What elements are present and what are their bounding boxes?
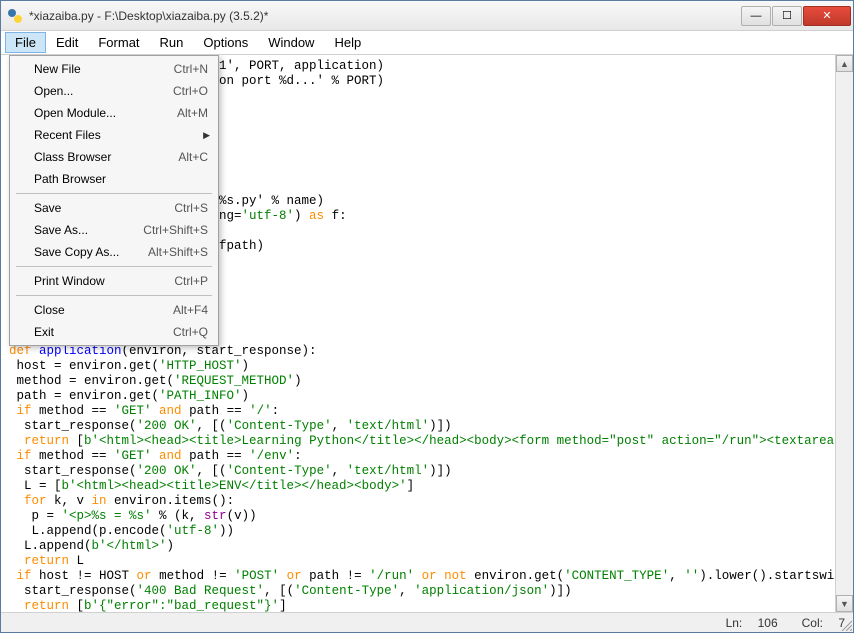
content-area: 1', PORT, application) on port %d...' % … (1, 55, 853, 612)
menu-item-label: Save As... (34, 223, 131, 237)
menu-item-label: Open... (34, 84, 161, 98)
menu-item-label: Path Browser (34, 172, 208, 186)
resize-grip-icon[interactable] (840, 619, 852, 631)
code-text: 1', PORT, application) (219, 59, 384, 73)
menu-item-shortcut: Ctrl+P (174, 274, 208, 288)
code-main-block: def application(environ, start_response)… (9, 344, 835, 612)
code-text: f: (324, 209, 347, 223)
maximize-button[interactable]: ☐ (772, 6, 802, 26)
app-window: *xiazaiba.py - F:\Desktop\xiazaiba.py (3… (0, 0, 854, 633)
menu-item-shortcut: Alt+M (177, 106, 208, 120)
code-text: as (309, 209, 324, 223)
menu-item-save-as[interactable]: Save As... Ctrl+Shift+S (12, 219, 216, 241)
submenu-arrow-icon: ▶ (203, 130, 210, 141)
menubar: File Edit Format Run Options Window Help (1, 31, 853, 55)
status-line: Ln: 106 (714, 616, 778, 630)
minimize-button[interactable]: — (741, 6, 771, 26)
status-col: Col: 7 (790, 616, 845, 630)
window-title: *xiazaiba.py - F:\Desktop\xiazaiba.py (3… (29, 9, 740, 23)
scroll-down-button[interactable]: ▼ (836, 595, 853, 612)
menu-item-shortcut: Ctrl+N (174, 62, 208, 76)
vertical-scrollbar[interactable]: ▲ ▼ (835, 55, 853, 612)
file-dropdown-menu: New File Ctrl+N Open... Ctrl+O Open Module..… (9, 55, 219, 346)
menu-file[interactable]: File (5, 32, 46, 53)
menu-separator (16, 295, 212, 296)
menu-run[interactable]: Run (150, 32, 194, 53)
window-controls: — ☐ ✕ (740, 6, 851, 26)
menu-item-label: Save (34, 201, 162, 215)
code-text: fpath) (219, 239, 264, 253)
menu-item-recent-files[interactable]: Recent Files▶ (12, 124, 216, 146)
menu-item-label: Open Module... (34, 106, 165, 120)
menu-item-path-browser[interactable]: Path Browser (12, 168, 216, 190)
menu-item-new-file[interactable]: New File Ctrl+N (12, 58, 216, 80)
menu-item-label: Close (34, 303, 161, 317)
menu-item-label: Print Window (34, 274, 162, 288)
close-button[interactable]: ✕ (803, 6, 851, 26)
app-icon (7, 8, 23, 24)
code-text: ng= (219, 209, 242, 223)
menu-separator (16, 193, 212, 194)
menu-separator (16, 266, 212, 267)
menu-format[interactable]: Format (88, 32, 149, 53)
menu-item-shortcut: Alt+F4 (173, 303, 208, 317)
menu-item-open-module[interactable]: Open Module... Alt+M (12, 102, 216, 124)
menu-item-save[interactable]: Save Ctrl+S (12, 197, 216, 219)
code-text: ) (294, 209, 309, 223)
menu-item-shortcut: Alt+C (178, 150, 208, 164)
menu-item-shortcut: Ctrl+Q (173, 325, 208, 339)
code-text: on port %d...' % PORT) (219, 74, 384, 88)
menu-item-label: Exit (34, 325, 161, 339)
statusbar: Ln: 106 Col: 7 (1, 612, 853, 632)
menu-item-save-copy-as[interactable]: Save Copy As... Alt+Shift+S (12, 241, 216, 263)
menu-item-label: New File (34, 62, 162, 76)
titlebar: *xiazaiba.py - F:\Desktop\xiazaiba.py (3… (1, 1, 853, 31)
menu-edit[interactable]: Edit (46, 32, 88, 53)
menu-item-class-browser[interactable]: Class Browser Alt+C (12, 146, 216, 168)
menu-options[interactable]: Options (193, 32, 258, 53)
code-text: 'utf-8' (242, 209, 295, 223)
menu-item-exit[interactable]: Exit Ctrl+Q (12, 321, 216, 343)
menu-item-shortcut: Alt+Shift+S (148, 245, 208, 259)
menu-item-open[interactable]: Open... Ctrl+O (12, 80, 216, 102)
menu-window[interactable]: Window (258, 32, 324, 53)
menu-help[interactable]: Help (324, 32, 371, 53)
menu-item-close[interactable]: Close Alt+F4 (12, 299, 216, 321)
menu-item-label: Class Browser (34, 150, 166, 164)
menu-item-shortcut: Ctrl+S (174, 201, 208, 215)
menu-item-label: Recent Files (34, 128, 208, 142)
menu-item-shortcut: Ctrl+Shift+S (143, 223, 208, 237)
menu-item-label: Save Copy As... (34, 245, 136, 259)
scroll-up-button[interactable]: ▲ (836, 55, 853, 72)
menu-item-shortcut: Ctrl+O (173, 84, 208, 98)
code-text: %s.py' % name) (219, 194, 324, 208)
menu-item-print-window[interactable]: Print Window Ctrl+P (12, 270, 216, 292)
